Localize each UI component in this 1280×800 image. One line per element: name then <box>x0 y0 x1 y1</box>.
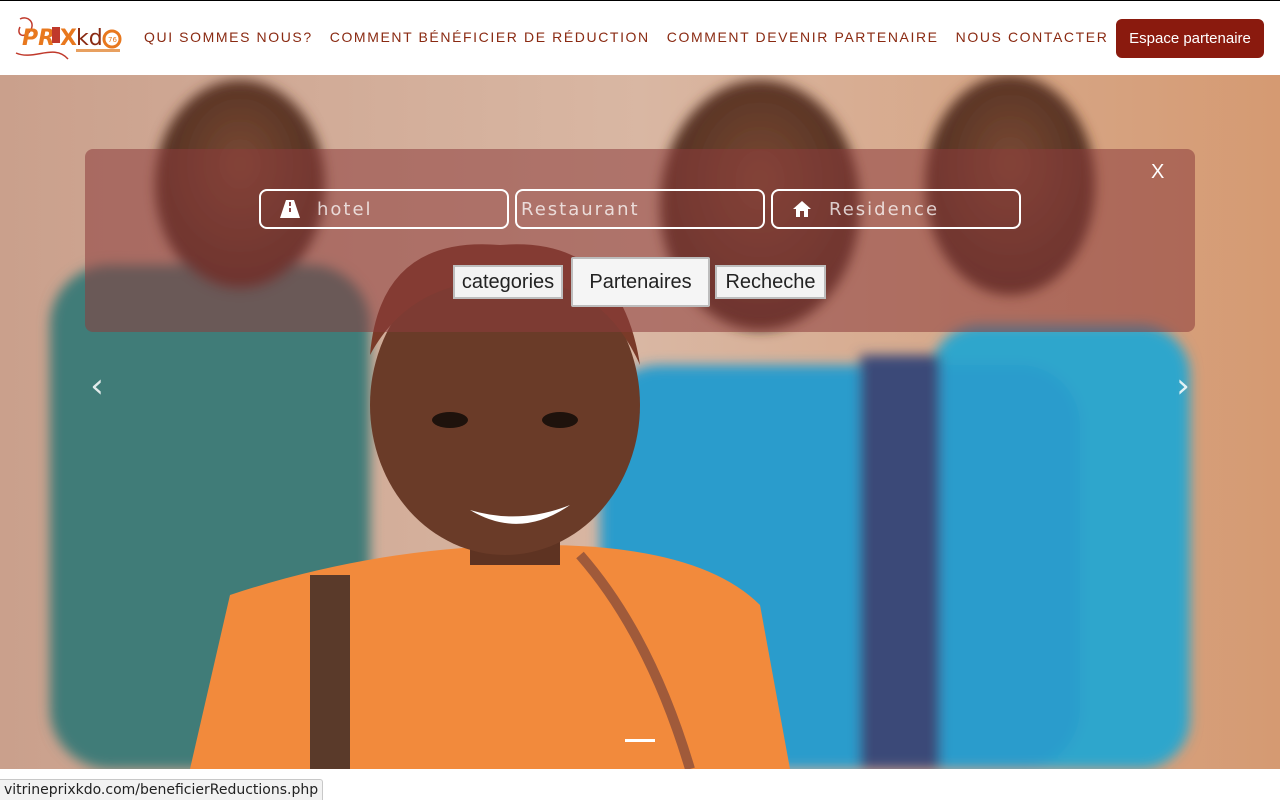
nav-comment-beneficier[interactable]: COMMENT BÉNÉFICIER DE RÉDUCTION <box>330 29 650 45</box>
search-panel: X hotel Restaurant Residence categories … <box>85 149 1195 332</box>
espace-partenaire-button[interactable]: Espace partenaire <box>1116 19 1264 58</box>
svg-text:PR: PR <box>22 26 55 51</box>
search-field-hotel[interactable]: hotel <box>259 189 509 229</box>
nav-contact[interactable]: NOUS CONTACTER <box>956 29 1109 45</box>
carousel-prev-icon[interactable]: ‹ <box>82 369 112 403</box>
carousel-indicator[interactable] <box>625 739 655 742</box>
svg-text:kd: kd <box>76 26 103 51</box>
prixkdo-logo-icon: PR X kd 76 <box>15 17 122 60</box>
tab-partenaires[interactable]: Partenaires <box>571 257 710 307</box>
close-search-button[interactable]: X <box>1151 161 1164 184</box>
site-logo[interactable]: PR X kd 76 <box>14 13 122 63</box>
road-icon <box>279 198 301 220</box>
search-field-residence[interactable]: Residence <box>771 189 1021 229</box>
svg-text:X: X <box>60 26 77 51</box>
tab-recheche[interactable]: Recheche <box>715 265 826 299</box>
search-field-restaurant[interactable]: Restaurant <box>515 189 765 229</box>
hotel-placeholder: hotel <box>317 198 373 220</box>
carousel-next-icon[interactable]: › <box>1168 369 1198 403</box>
site-header: PR X kd 76 QUI SOMMES NOUS? COMMENT BÉNÉ… <box>0 1 1280 75</box>
tab-categories[interactable]: categories <box>453 265 563 299</box>
browser-status-url: vitrineprixkdo.com/beneficierReductions.… <box>0 779 324 800</box>
restaurant-placeholder: Restaurant <box>521 198 640 220</box>
main-nav: QUI SOMMES NOUS? COMMENT BÉNÉFICIER DE R… <box>144 29 1125 45</box>
residence-placeholder: Residence <box>829 198 940 220</box>
nav-devenir-partenaire[interactable]: COMMENT DEVENIR PARTENAIRE <box>667 29 939 45</box>
home-icon <box>791 198 813 220</box>
nav-qui-sommes-nous[interactable]: QUI SOMMES NOUS? <box>144 29 313 45</box>
svg-text:76: 76 <box>108 36 117 44</box>
